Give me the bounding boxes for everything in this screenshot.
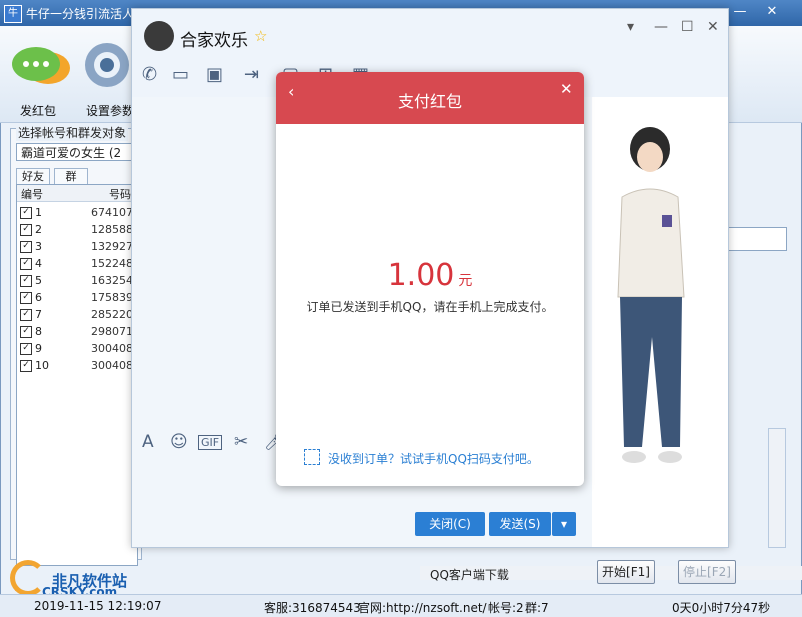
header-qq[interactable]: 号码	[109, 186, 131, 202]
row-checkbox[interactable]: ✓	[20, 360, 32, 372]
status-website: 官网:http://nzsoft.net/	[358, 601, 487, 615]
gif-icon[interactable]: GIF	[198, 435, 223, 450]
avatar[interactable]	[144, 21, 174, 51]
close-button[interactable]: 关闭(C)	[415, 512, 485, 536]
status-elapsed: 0天0小时7分47秒	[672, 601, 771, 615]
close-icon[interactable]: ✕	[560, 80, 573, 98]
row-checkbox[interactable]: ✓	[20, 207, 32, 219]
account-select[interactable]: 霸道可爱の女生 (2	[16, 143, 136, 161]
character-figure-image	[617, 127, 685, 463]
row-checkbox[interactable]: ✓	[20, 343, 32, 355]
phone-icon[interactable]: ✆	[142, 64, 157, 85]
maximize-icon[interactable]: ☐	[681, 19, 694, 35]
row-number: 4	[35, 257, 42, 270]
table-row[interactable]: ✓ 1 674107	[17, 204, 137, 221]
minimize-icon[interactable]: —	[654, 19, 668, 35]
screen-share-icon[interactable]: ▣	[206, 64, 223, 85]
close-icon[interactable]: ✕	[707, 19, 719, 35]
chevron-down-icon[interactable]: ▾	[627, 19, 634, 35]
header-number[interactable]: 编号	[21, 186, 43, 202]
status-bar: 2019-11-15 12:19:07 客服:316874543 官网:http…	[0, 594, 802, 617]
table-row[interactable]: ✓ 4 1522480	[17, 255, 137, 272]
table-row[interactable]: ✓ 8 2980715	[17, 323, 137, 340]
amount-value: 1.00	[387, 258, 455, 293]
contact-show-panel	[592, 97, 728, 547]
bg-minimize-button[interactable]: —	[728, 2, 752, 22]
row-number: 3	[35, 240, 42, 253]
list-header: 编号 号码	[17, 185, 137, 202]
app-logo-icon: 牛	[4, 5, 22, 23]
row-number: 10	[35, 359, 49, 372]
table-row[interactable]: ✓ 10 3004086	[17, 357, 137, 374]
settings-tool-label[interactable]: 设置参数	[86, 102, 134, 119]
dialog-message: 订单已发送到手机QQ，请在手机上完成支付。	[306, 300, 554, 314]
amount-unit: 元	[458, 273, 473, 289]
row-qq: 674107	[91, 206, 133, 219]
row-number: 2	[35, 223, 42, 236]
pay-redpacket-dialog: ‹ 支付红包 ✕ 1.00 元 订单已发送到手机QQ，请在手机上完成支付。 没收到…	[276, 72, 584, 486]
row-number: 1	[35, 206, 42, 219]
table-row[interactable]: ✓ 9 3004082	[17, 340, 137, 357]
row-checkbox[interactable]: ✓	[20, 309, 32, 321]
font-icon[interactable]: A	[142, 432, 154, 452]
gear-icon[interactable]	[80, 38, 134, 92]
file-transfer-icon[interactable]: ⇥	[244, 64, 259, 85]
table-row[interactable]: ✓ 3 1329278	[17, 238, 137, 255]
row-checkbox[interactable]: ✓	[20, 275, 32, 287]
chat-bubble-icon[interactable]	[8, 44, 72, 88]
dialog-title: 支付红包	[397, 92, 462, 111]
table-row[interactable]: ✓ 5 1632545	[17, 272, 137, 289]
row-checkbox[interactable]: ✓	[20, 224, 32, 236]
send-button[interactable]: 发送(S)	[489, 512, 551, 536]
stop-button[interactable]: 停止[F2]	[678, 560, 736, 584]
screenshot-icon[interactable]: ✂	[234, 432, 248, 452]
send-redpacket-tool-label[interactable]: 发红包	[20, 102, 56, 119]
bg-close-button[interactable]: ✕	[760, 2, 784, 22]
star-icon: ☆	[254, 27, 268, 45]
bg-app-title: 牛仔一分钱引流活人	[26, 7, 135, 21]
row-checkbox[interactable]: ✓	[20, 241, 32, 253]
send-options-button[interactable]: ▾	[552, 512, 576, 536]
site-logo-icon	[10, 560, 46, 596]
row-number: 8	[35, 325, 42, 338]
start-button[interactable]: 开始[F1]	[597, 560, 655, 584]
row-number: 5	[35, 274, 42, 287]
scan-icon[interactable]	[304, 449, 320, 465]
contact-list: 编号 号码 ✓ 1 674107 ✓ 2 1285889 ✓ 3 1329278 ✓ 4 152…	[16, 184, 138, 566]
qq-client-download-link[interactable]: QQ客户端下载	[430, 566, 509, 583]
table-row[interactable]: ✓ 2 1285889	[17, 221, 137, 238]
chat-contact-name[interactable]: 合家欢乐	[180, 26, 248, 51]
status-time: 2019-11-15 12:19:07	[34, 599, 162, 613]
right-text-field[interactable]	[720, 227, 787, 251]
right-scrollbar[interactable]	[768, 428, 786, 548]
table-row[interactable]: ✓ 7 2852204	[17, 306, 137, 323]
scan-pay-link[interactable]: 没收到订单？试试手机QQ扫码支付吧。	[328, 450, 539, 467]
status-groups: 群:7	[525, 601, 549, 615]
row-number: 7	[35, 308, 42, 321]
video-icon[interactable]: ▭	[172, 64, 189, 85]
row-number: 6	[35, 291, 42, 304]
row-checkbox[interactable]: ✓	[20, 292, 32, 304]
row-checkbox[interactable]: ✓	[20, 258, 32, 270]
emoji-icon[interactable]: ☺	[170, 432, 188, 452]
table-row[interactable]: ✓ 6 1758393	[17, 289, 137, 306]
amount-display: 1.00 元	[276, 258, 584, 293]
row-number: 9	[35, 342, 42, 355]
status-service: 客服:316874543	[264, 601, 361, 615]
row-checkbox[interactable]: ✓	[20, 326, 32, 338]
group-label: 选择帐号和群发对象	[16, 124, 129, 141]
status-accounts: 帐号:2	[488, 601, 524, 615]
